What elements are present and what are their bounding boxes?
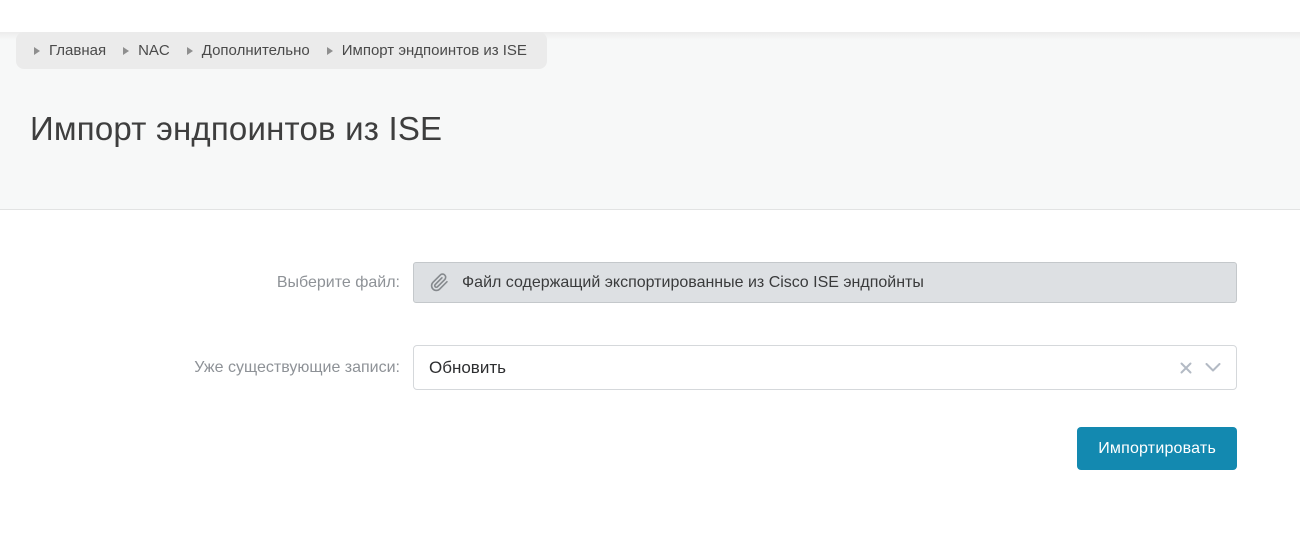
breadcrumb-arrow-icon	[187, 47, 193, 55]
existing-records-value: Обновить	[429, 358, 1179, 378]
breadcrumb-item-label[interactable]: Главная	[49, 42, 106, 59]
file-field-row: Выберите файл: Файл содержащий экспортир…	[0, 262, 1300, 303]
existing-records-label: Уже существующие записи:	[0, 359, 413, 377]
clear-icon[interactable]	[1179, 361, 1193, 375]
breadcrumb-item-nac[interactable]: NAC	[123, 42, 170, 59]
page-title: Импорт эндпоинтов из ISE	[30, 109, 1300, 149]
breadcrumb-arrow-icon	[34, 47, 40, 55]
paperclip-icon	[430, 273, 449, 292]
form-actions: Импортировать	[0, 427, 1237, 470]
breadcrumb: Главная NAC Дополнительно Импорт эндпоин…	[16, 32, 547, 69]
breadcrumb-item-label[interactable]: Дополнительно	[202, 42, 310, 59]
import-button[interactable]: Импортировать	[1077, 427, 1237, 470]
breadcrumb-item-current: Импорт эндпоинтов из ISE	[327, 42, 527, 59]
file-input[interactable]: Файл содержащий экспортированные из Cisc…	[413, 262, 1237, 303]
file-input-placeholder: Файл содержащий экспортированные из Cisc…	[462, 274, 924, 292]
breadcrumb-item-label[interactable]: NAC	[138, 42, 170, 59]
chevron-down-icon[interactable]	[1205, 363, 1221, 372]
page-header: Главная NAC Дополнительно Импорт эндпоин…	[0, 32, 1300, 210]
file-field-label: Выберите файл:	[0, 274, 413, 292]
breadcrumb-arrow-icon	[123, 47, 129, 55]
existing-records-select[interactable]: Обновить	[413, 345, 1237, 390]
breadcrumb-item-label: Импорт эндпоинтов из ISE	[342, 42, 527, 59]
existing-records-row: Уже существующие записи: Обновить	[0, 345, 1300, 390]
import-form: Выберите файл: Файл содержащий экспортир…	[0, 210, 1300, 470]
breadcrumb-arrow-icon	[327, 47, 333, 55]
breadcrumb-item-home[interactable]: Главная	[34, 42, 106, 59]
breadcrumb-item-additional[interactable]: Дополнительно	[187, 42, 310, 59]
